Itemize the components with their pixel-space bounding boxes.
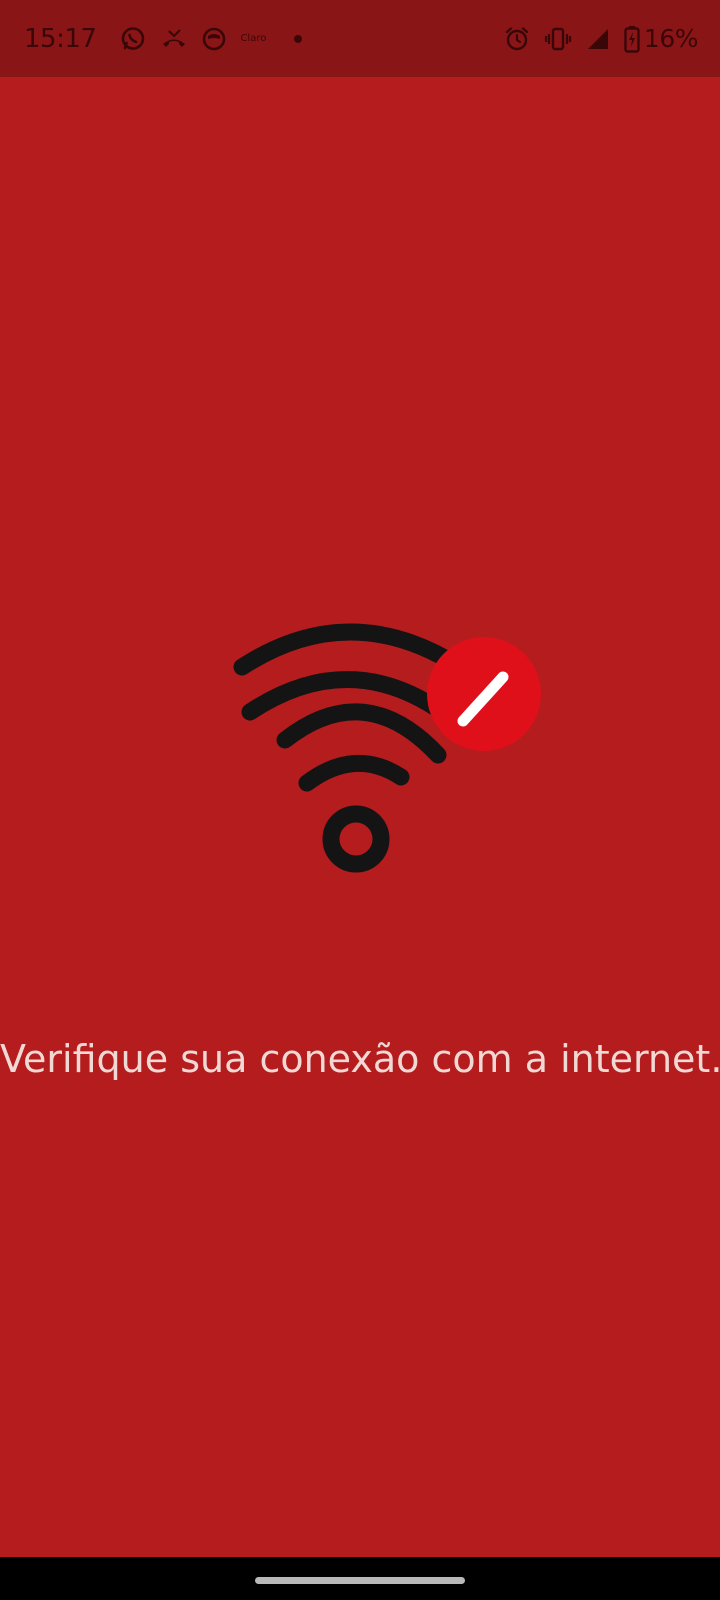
missed-call-icon [160,27,188,51]
battery-percentage: 16% [643,24,699,53]
dot-icon [294,34,303,43]
status-bar: 15:17 Claro 16% [0,0,720,77]
app-icon [202,27,226,51]
status-left: 15:17 Claro [24,0,303,77]
battery-charging-icon [624,25,640,53]
main-content: Verifique sua conexão com a internet. [0,77,720,1557]
status-time: 15:17 [24,23,97,54]
connection-error-message: Verifique sua conexão com a internet. [0,1037,720,1081]
wifi-off-icon [230,547,550,887]
whatsapp-icon [120,26,146,52]
signal-icon [586,27,610,51]
alarm-icon [504,26,530,52]
navigation-bar [0,1557,720,1600]
vibrate-icon [544,26,572,52]
home-gesture-handle[interactable] [255,1577,465,1584]
carrier-icon: Claro [240,33,267,44]
status-right: 16% [490,0,699,77]
